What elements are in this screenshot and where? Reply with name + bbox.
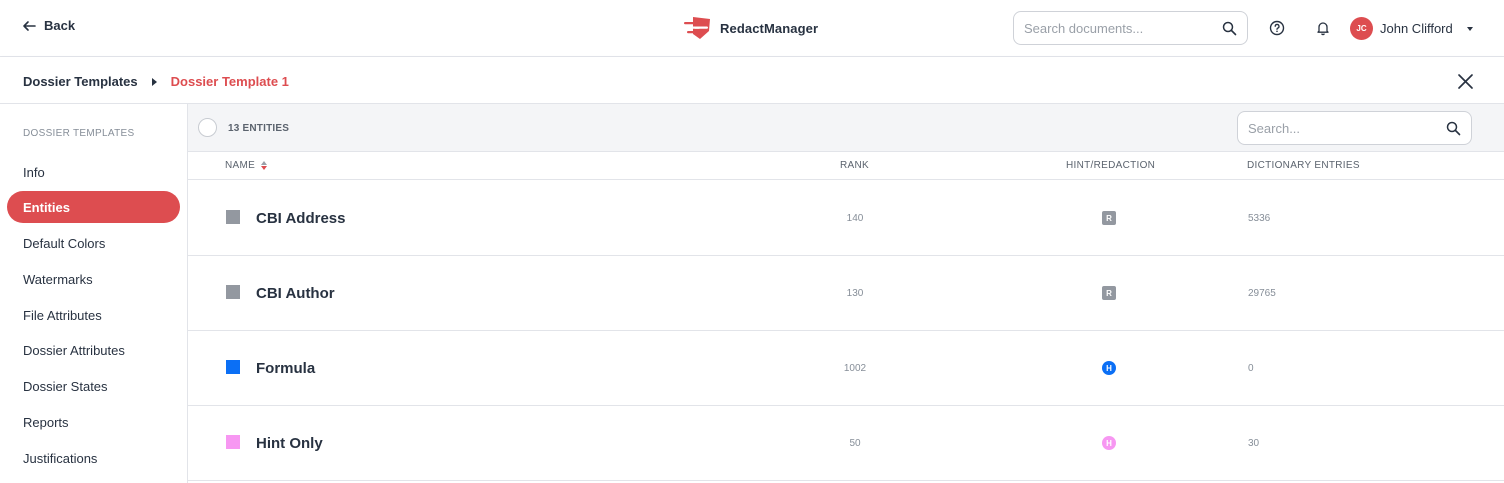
caret-right-icon <box>151 77 157 86</box>
entity-rank: 140 <box>846 213 864 224</box>
hint-badge: H <box>1102 436 1116 450</box>
color-swatch <box>226 360 240 374</box>
entity-entries: 0 <box>1248 363 1254 374</box>
column-hint-redaction[interactable]: HINT/REDACTION <box>1066 160 1155 171</box>
sidebar-item-dossier-attributes[interactable]: Dossier Attributes <box>7 334 180 366</box>
entity-name: Formula <box>256 360 316 377</box>
bell-icon[interactable] <box>1315 20 1331 36</box>
breadcrumb: Dossier Templates Dossier Template 1 <box>23 74 289 89</box>
entity-name: CBI Address <box>256 210 346 227</box>
color-swatch <box>226 210 240 224</box>
sidebar-item-file-attributes[interactable]: File Attributes <box>7 299 180 331</box>
close-icon[interactable] <box>1457 73 1474 90</box>
breadcrumb-dossier-templates[interactable]: Dossier Templates <box>23 74 138 89</box>
sidebar: DOSSIER TEMPLATES Info Entities Default … <box>0 104 188 483</box>
sort-icon[interactable] <box>261 161 268 170</box>
entity-name: CBI Author <box>256 285 335 302</box>
app-name: RedactManager <box>720 20 819 36</box>
search-icon[interactable] <box>1222 21 1237 36</box>
entity-rank: 1002 <box>843 363 867 374</box>
table-row[interactable]: CBI Address 140 R 5336 <box>188 181 1504 256</box>
table-header: NAME RANK HINT/REDACTION DICTIONARY ENTR… <box>188 152 1504 180</box>
entity-entries: 29765 <box>1248 288 1276 299</box>
sidebar-item-info[interactable]: Info <box>7 156 180 188</box>
hint-badge: H <box>1102 361 1116 375</box>
sidebar-item-justifications[interactable]: Justifications <box>7 442 180 474</box>
breadcrumb-bar: Dossier Templates Dossier Template 1 <box>0 57 1504 104</box>
entity-entries: 30 <box>1248 438 1260 449</box>
table-row[interactable]: Formula 1002 H 0 <box>188 331 1504 406</box>
top-bar: Back RedactManager JC John Clifford <box>0 0 1504 57</box>
entity-search[interactable] <box>1237 111 1472 145</box>
sidebar-item-default-colors[interactable]: Default Colors <box>7 227 180 259</box>
sidebar-title: DOSSIER TEMPLATES <box>23 128 135 139</box>
chevron-down-icon <box>1466 26 1473 31</box>
select-all-checkbox[interactable] <box>198 118 217 137</box>
entity-search-input[interactable] <box>1248 120 1446 136</box>
sidebar-item-dossier-states[interactable]: Dossier States <box>7 370 180 402</box>
logo-icon <box>684 17 710 39</box>
column-name[interactable]: NAME <box>225 160 268 171</box>
color-swatch <box>226 435 240 449</box>
entity-count: 13 ENTITIES <box>228 123 290 134</box>
breadcrumb-current[interactable]: Dossier Template 1 <box>171 74 289 89</box>
entity-rank: 130 <box>846 288 864 299</box>
document-search-input[interactable] <box>1024 20 1222 36</box>
search-icon[interactable] <box>1446 121 1461 136</box>
arrow-left-icon <box>23 20 36 31</box>
column-dictionary-entries[interactable]: DICTIONARY ENTRIES <box>1247 160 1360 171</box>
redaction-badge: R <box>1102 211 1116 225</box>
entity-name: Hint Only <box>256 435 323 452</box>
list-header: 13 ENTITIES <box>188 104 1504 152</box>
sidebar-item-entities[interactable]: Entities <box>7 191 180 223</box>
entity-entries: 5336 <box>1248 213 1271 224</box>
avatar: JC <box>1350 17 1373 40</box>
entity-rank: 50 <box>849 438 861 449</box>
app-logo[interactable]: RedactManager <box>684 14 818 42</box>
column-name-label: NAME <box>225 160 256 171</box>
user-name: John Clifford <box>1380 21 1453 36</box>
table-row[interactable]: Hint Only 50 H 30 <box>188 406 1504 481</box>
sidebar-item-watermarks[interactable]: Watermarks <box>7 263 180 295</box>
back-label: Back <box>44 18 76 33</box>
table-row[interactable]: CBI Author 130 R 29765 <box>188 256 1504 331</box>
color-swatch <box>226 285 240 299</box>
redaction-badge: R <box>1102 286 1116 300</box>
sidebar-item-reports[interactable]: Reports <box>7 406 180 438</box>
help-icon[interactable] <box>1269 20 1285 36</box>
document-search[interactable] <box>1013 11 1248 45</box>
column-rank[interactable]: RANK <box>840 160 869 171</box>
back-button[interactable]: Back <box>22 18 75 33</box>
user-menu[interactable]: JC John Clifford <box>1350 17 1473 40</box>
